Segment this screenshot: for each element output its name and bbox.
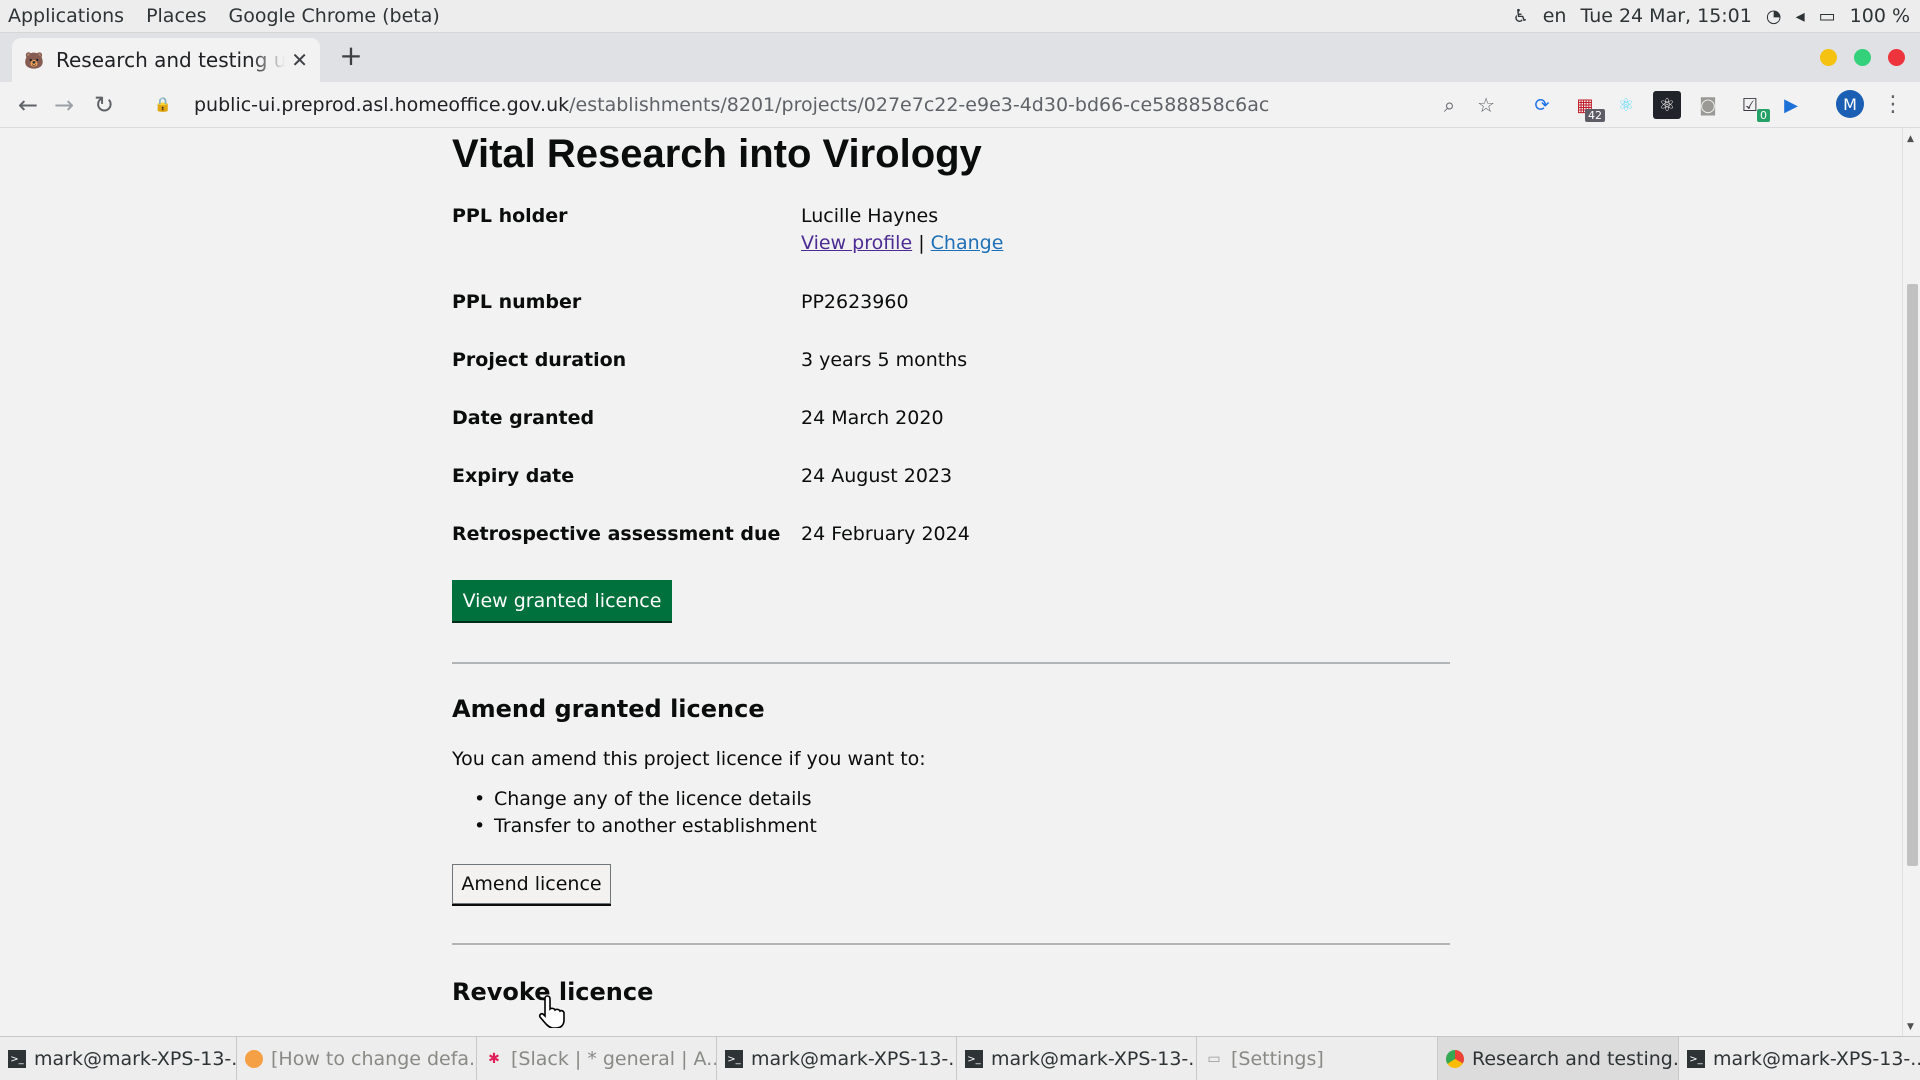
- url-path: /establishments/8201/projects/027e7c22-e…: [569, 94, 1270, 116]
- profile-avatar[interactable]: M: [1836, 90, 1864, 118]
- taskbar-item-firefox[interactable]: [How to change defa...: [237, 1037, 477, 1080]
- tab-research-and-testing[interactable]: 🐻 Research and testing u ✕: [12, 38, 320, 82]
- scrollbar-thumb[interactable]: [1907, 284, 1918, 866]
- duration-label: Project duration: [452, 349, 627, 371]
- taskbar-item-chrome[interactable]: Research and testing...: [1438, 1037, 1679, 1080]
- reload-icon[interactable]: ↻: [88, 89, 120, 121]
- amend-licence-button[interactable]: Amend licence: [452, 864, 611, 904]
- minimize-window-icon[interactable]: [1820, 49, 1837, 66]
- settings-icon: ▭: [1207, 1051, 1221, 1067]
- hand-pointer-cursor-icon: [538, 995, 565, 1028]
- amend-heading: Amend granted licence: [452, 695, 765, 723]
- chrome-menu-icon[interactable]: ⋮: [1882, 92, 1904, 117]
- taskbar-item-label: mark@mark-XPS-13-...: [34, 1048, 237, 1070]
- applications-menu[interactable]: Applications: [0, 5, 134, 27]
- taskbar-item-label: mark@mark-XPS-13-...: [751, 1048, 957, 1070]
- duration-value: 3 years 5 months: [801, 349, 968, 371]
- close-window-icon[interactable]: [1888, 49, 1905, 66]
- expiry-value: 24 August 2023: [801, 465, 953, 487]
- volume-icon[interactable]: ◂: [1796, 6, 1805, 27]
- page-scrollbar[interactable]: ▲ ▼: [1902, 128, 1920, 1036]
- section-divider: [452, 662, 1450, 664]
- accessibility-icon[interactable]: ♿: [1513, 6, 1529, 27]
- section-divider: [452, 943, 1450, 945]
- taskbar-item-settings[interactable]: ▭ [Settings]: [1197, 1037, 1438, 1080]
- terminal-icon: >_: [965, 1050, 983, 1068]
- page-viewport: Vital Research into Virology PPL holder …: [0, 128, 1902, 1036]
- terminal-icon: >_: [1687, 1050, 1705, 1068]
- terminal-icon: >_: [8, 1050, 26, 1068]
- maximize-window-icon[interactable]: [1854, 49, 1871, 66]
- back-arrow-icon[interactable]: ←: [12, 89, 44, 121]
- taskbar-item-label: [How to change defa...: [271, 1048, 477, 1070]
- bookmark-star-icon[interactable]: ☆: [1477, 93, 1495, 117]
- extension-badge-0: 0: [1757, 109, 1770, 122]
- extension-camera-icon[interactable]: ◙: [1694, 91, 1722, 119]
- clock[interactable]: Tue 24 Mar, 15:01: [1580, 5, 1751, 27]
- terminal-icon: >_: [725, 1050, 743, 1068]
- taskbar-item-terminal[interactable]: >_ mark@mark-XPS-13-...: [957, 1037, 1197, 1080]
- active-app-menu[interactable]: Google Chrome (beta): [216, 5, 449, 27]
- taskbar-item-slack[interactable]: ✱ [Slack | * general | A...: [477, 1037, 717, 1080]
- lock-icon[interactable]: 🔒: [154, 97, 174, 113]
- scroll-down-arrow-icon[interactable]: ▼: [1907, 1022, 1914, 1032]
- date-granted-label: Date granted: [452, 407, 595, 429]
- taskbar-item-label: mark@mark-XPS-13-...: [991, 1048, 1197, 1070]
- chrome-icon: [1446, 1050, 1464, 1068]
- retrospective-label: Retrospective assessment due: [452, 523, 781, 545]
- address-bar[interactable]: 🔒 public-ui.preprod.asl.homeoffice.gov.u…: [142, 86, 1509, 124]
- extension-checklist-icon[interactable]: ☑ 0: [1736, 91, 1770, 122]
- firefox-icon: [245, 1050, 263, 1068]
- wifi-icon[interactable]: ◔: [1766, 6, 1782, 27]
- extension-react-icon[interactable]: ⚛: [1612, 91, 1640, 119]
- bear-favicon-icon: 🐻: [24, 50, 44, 70]
- tab-close-icon[interactable]: ✕: [291, 48, 308, 72]
- taskbar-item-label: [Settings]: [1231, 1048, 1324, 1070]
- url-text[interactable]: public-ui.preprod.asl.homeoffice.gov.uk/…: [194, 94, 1269, 116]
- keyboard-language[interactable]: en: [1543, 5, 1567, 27]
- extension-calendar-icon[interactable]: ▦ 42: [1571, 91, 1605, 122]
- ppl-holder-links: View profile | Change: [801, 232, 1003, 254]
- taskbar-item-terminal[interactable]: >_ mark@mark-XPS-13-...: [0, 1037, 237, 1080]
- window-list-taskbar: >_ mark@mark-XPS-13-... [How to change d…: [0, 1036, 1920, 1080]
- slack-icon: ✱: [488, 1051, 500, 1067]
- tab-strip: 🐻 Research and testing u ✕ +: [0, 33, 1920, 82]
- amend-intro: You can amend this project licence if yo…: [452, 748, 926, 770]
- url-host: public-ui.preprod.asl.homeoffice.gov.uk: [194, 94, 570, 116]
- tab-title: Research and testing u: [56, 48, 286, 72]
- ppl-number-value: PP2623960: [801, 291, 909, 313]
- ppl-holder-value: Lucille Haynes: [801, 205, 939, 227]
- extension-sync-icon[interactable]: ⟳: [1528, 91, 1556, 119]
- forward-arrow-icon[interactable]: →: [48, 89, 80, 121]
- new-tab-plus-icon[interactable]: +: [336, 42, 366, 72]
- scroll-up-arrow-icon[interactable]: ▲: [1907, 134, 1914, 144]
- link-separator: |: [918, 232, 925, 254]
- places-menu[interactable]: Places: [134, 5, 216, 27]
- extension-badge-42: 42: [1585, 109, 1605, 122]
- list-item: Change any of the licence details: [472, 786, 817, 813]
- system-top-bar: Applications Places Google Chrome (beta)…: [0, 0, 1920, 33]
- battery-icon[interactable]: ▭: [1819, 6, 1836, 27]
- ppl-holder-label: PPL holder: [452, 205, 568, 227]
- taskbar-item-terminal[interactable]: >_ mark@mark-XPS-13-...: [1679, 1037, 1920, 1080]
- date-granted-value: 24 March 2020: [801, 407, 944, 429]
- amend-options-list: Change any of the licence details Transf…: [472, 786, 817, 840]
- taskbar-item-label: Research and testing...: [1472, 1048, 1679, 1070]
- battery-percent: 100 %: [1849, 5, 1910, 27]
- list-item: Transfer to another establishment: [472, 813, 817, 840]
- expiry-label: Expiry date: [452, 465, 575, 487]
- browser-toolbar: ← → ↻ 🔒 public-ui.preprod.asl.homeoffice…: [0, 82, 1920, 128]
- zoom-icon[interactable]: ⌕: [1444, 93, 1455, 117]
- view-granted-licence-button[interactable]: View granted licence: [452, 580, 672, 621]
- taskbar-item-terminal[interactable]: >_ mark@mark-XPS-13-...: [717, 1037, 957, 1080]
- taskbar-item-label: [Slack | * general | A...: [511, 1048, 717, 1070]
- view-profile-link[interactable]: View profile: [801, 232, 912, 254]
- extension-play-icon[interactable]: ▶: [1777, 91, 1805, 119]
- extension-react-dark-icon[interactable]: ⚛: [1653, 91, 1681, 119]
- ppl-number-label: PPL number: [452, 291, 582, 313]
- retrospective-value: 24 February 2024: [801, 523, 970, 545]
- change-holder-link[interactable]: Change: [931, 232, 1004, 254]
- taskbar-item-label: mark@mark-XPS-13-...: [1713, 1048, 1920, 1070]
- page-title: Vital Research into Virology: [452, 132, 982, 176]
